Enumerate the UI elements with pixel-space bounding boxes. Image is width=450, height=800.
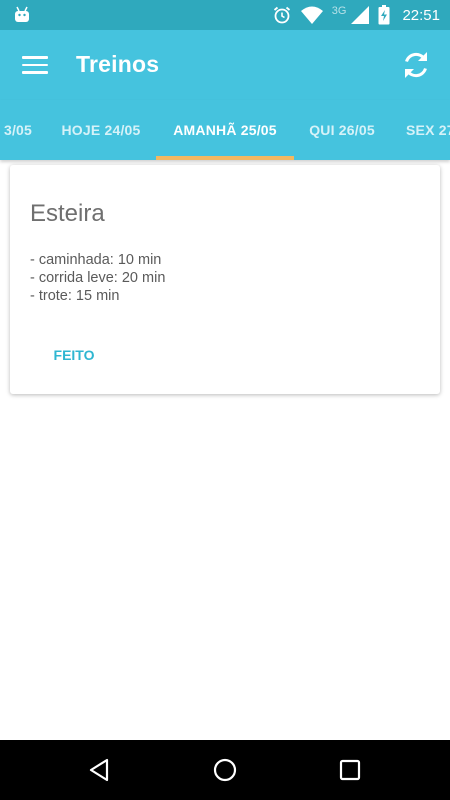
status-icons: 3G 22:51 — [272, 0, 440, 30]
workout-line: - corrida leve: 20 min — [30, 270, 166, 286]
menu-icon[interactable] — [18, 50, 52, 80]
alarm-icon — [273, 6, 290, 24]
status-time: 22:51 — [402, 6, 440, 24]
active-tab-indicator — [156, 156, 294, 160]
screen: 3G 22:51 Treinos 3/05 HOJE 24/05 AMANHÃ … — [0, 0, 450, 800]
page-title: Treinos — [76, 51, 160, 77]
recents-icon[interactable] — [334, 754, 366, 786]
home-icon[interactable] — [209, 754, 241, 786]
signal-icon — [351, 6, 370, 24]
status-bar: 3G 22:51 — [0, 0, 450, 30]
date-tabs: 3/05 HOJE 24/05 AMANHÃ 25/05 QUI 26/05 S… — [0, 100, 450, 160]
back-icon[interactable] — [84, 754, 116, 786]
tab-today[interactable]: HOJE 24/05 — [46, 100, 156, 160]
workout-line: - caminhada: 10 min — [30, 252, 162, 268]
refresh-icon[interactable] — [398, 47, 434, 83]
app-bar: Treinos — [0, 30, 450, 100]
wifi-icon — [300, 6, 323, 24]
workout-title: Esteira — [30, 200, 105, 227]
tab-tomorrow[interactable]: AMANHÃ 25/05 — [156, 100, 294, 160]
tab-thursday[interactable]: QUI 26/05 — [294, 100, 390, 160]
workout-line: - trote: 15 min — [30, 288, 120, 304]
tab-friday[interactable]: SEX 27 — [390, 100, 450, 160]
workout-details: - caminhada: 10 min - corrida leve: 20 m… — [30, 251, 165, 305]
done-button[interactable]: FEITO — [46, 343, 102, 367]
android-icon — [15, 6, 29, 22]
battery-charging-icon — [378, 5, 390, 25]
workout-card: Esteira - caminhada: 10 min - corrida le… — [10, 165, 440, 394]
tab-previous[interactable]: 3/05 — [0, 100, 46, 160]
network-type-label: 3G — [331, 5, 347, 17]
navigation-bar — [0, 740, 450, 800]
